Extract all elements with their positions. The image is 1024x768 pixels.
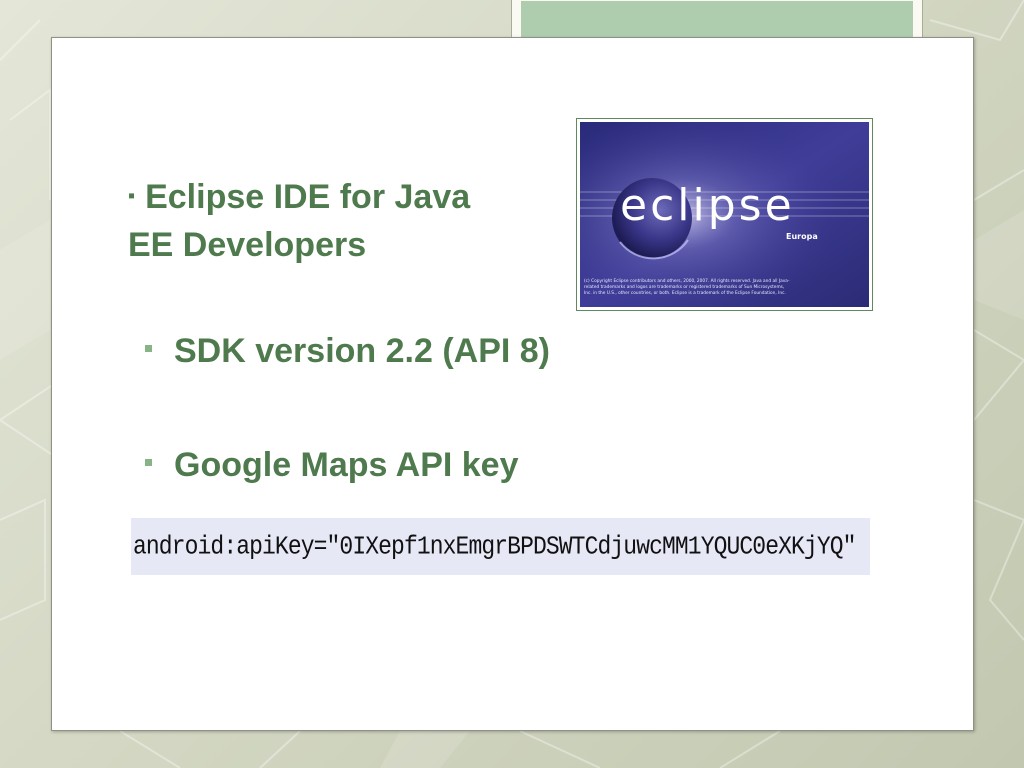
bullet-item-sdk-version: SDK version 2.2 (API 8) bbox=[145, 331, 550, 371]
eclipse-logo-graphic: eclipse Europa (c) Copyright Eclipse con… bbox=[580, 122, 869, 307]
heading-line-1: Eclipse IDE for Java bbox=[145, 178, 471, 216]
slide-heading: ▪ Eclipse IDE for Java EE Developers bbox=[128, 172, 548, 269]
logo-copyright-line-1: (c) Copyright Eclipse contributors and o… bbox=[584, 278, 790, 284]
bullet-item-maps-api-key: Google Maps API key bbox=[145, 445, 519, 485]
api-key-code-text: android:apiKey="0IXepf1nxEmgrBPDSWTCdjuw… bbox=[133, 532, 856, 562]
api-key-code-image: android:apiKey="0IXepf1nxEmgrBPDSWTCdjuw… bbox=[131, 518, 870, 575]
logo-edition: Europa bbox=[786, 232, 818, 241]
bullet-text: Google Maps API key bbox=[174, 446, 519, 484]
logo-wordmark: eclipse bbox=[620, 180, 795, 231]
bullet-marker bbox=[145, 459, 152, 466]
bullet-marker bbox=[145, 345, 152, 352]
eclipse-logo-image: eclipse Europa (c) Copyright Eclipse con… bbox=[576, 118, 873, 311]
logo-copyright-line-3: Inc. in the U.S., other countries, or bo… bbox=[584, 290, 786, 296]
bullet-text: SDK version 2.2 (API 8) bbox=[174, 332, 551, 370]
logo-copyright-line-2: related trademarks and logos are tradema… bbox=[584, 284, 784, 290]
heading-bullet: ▪ bbox=[128, 185, 136, 207]
heading-line-2: EE Developers bbox=[128, 226, 367, 264]
